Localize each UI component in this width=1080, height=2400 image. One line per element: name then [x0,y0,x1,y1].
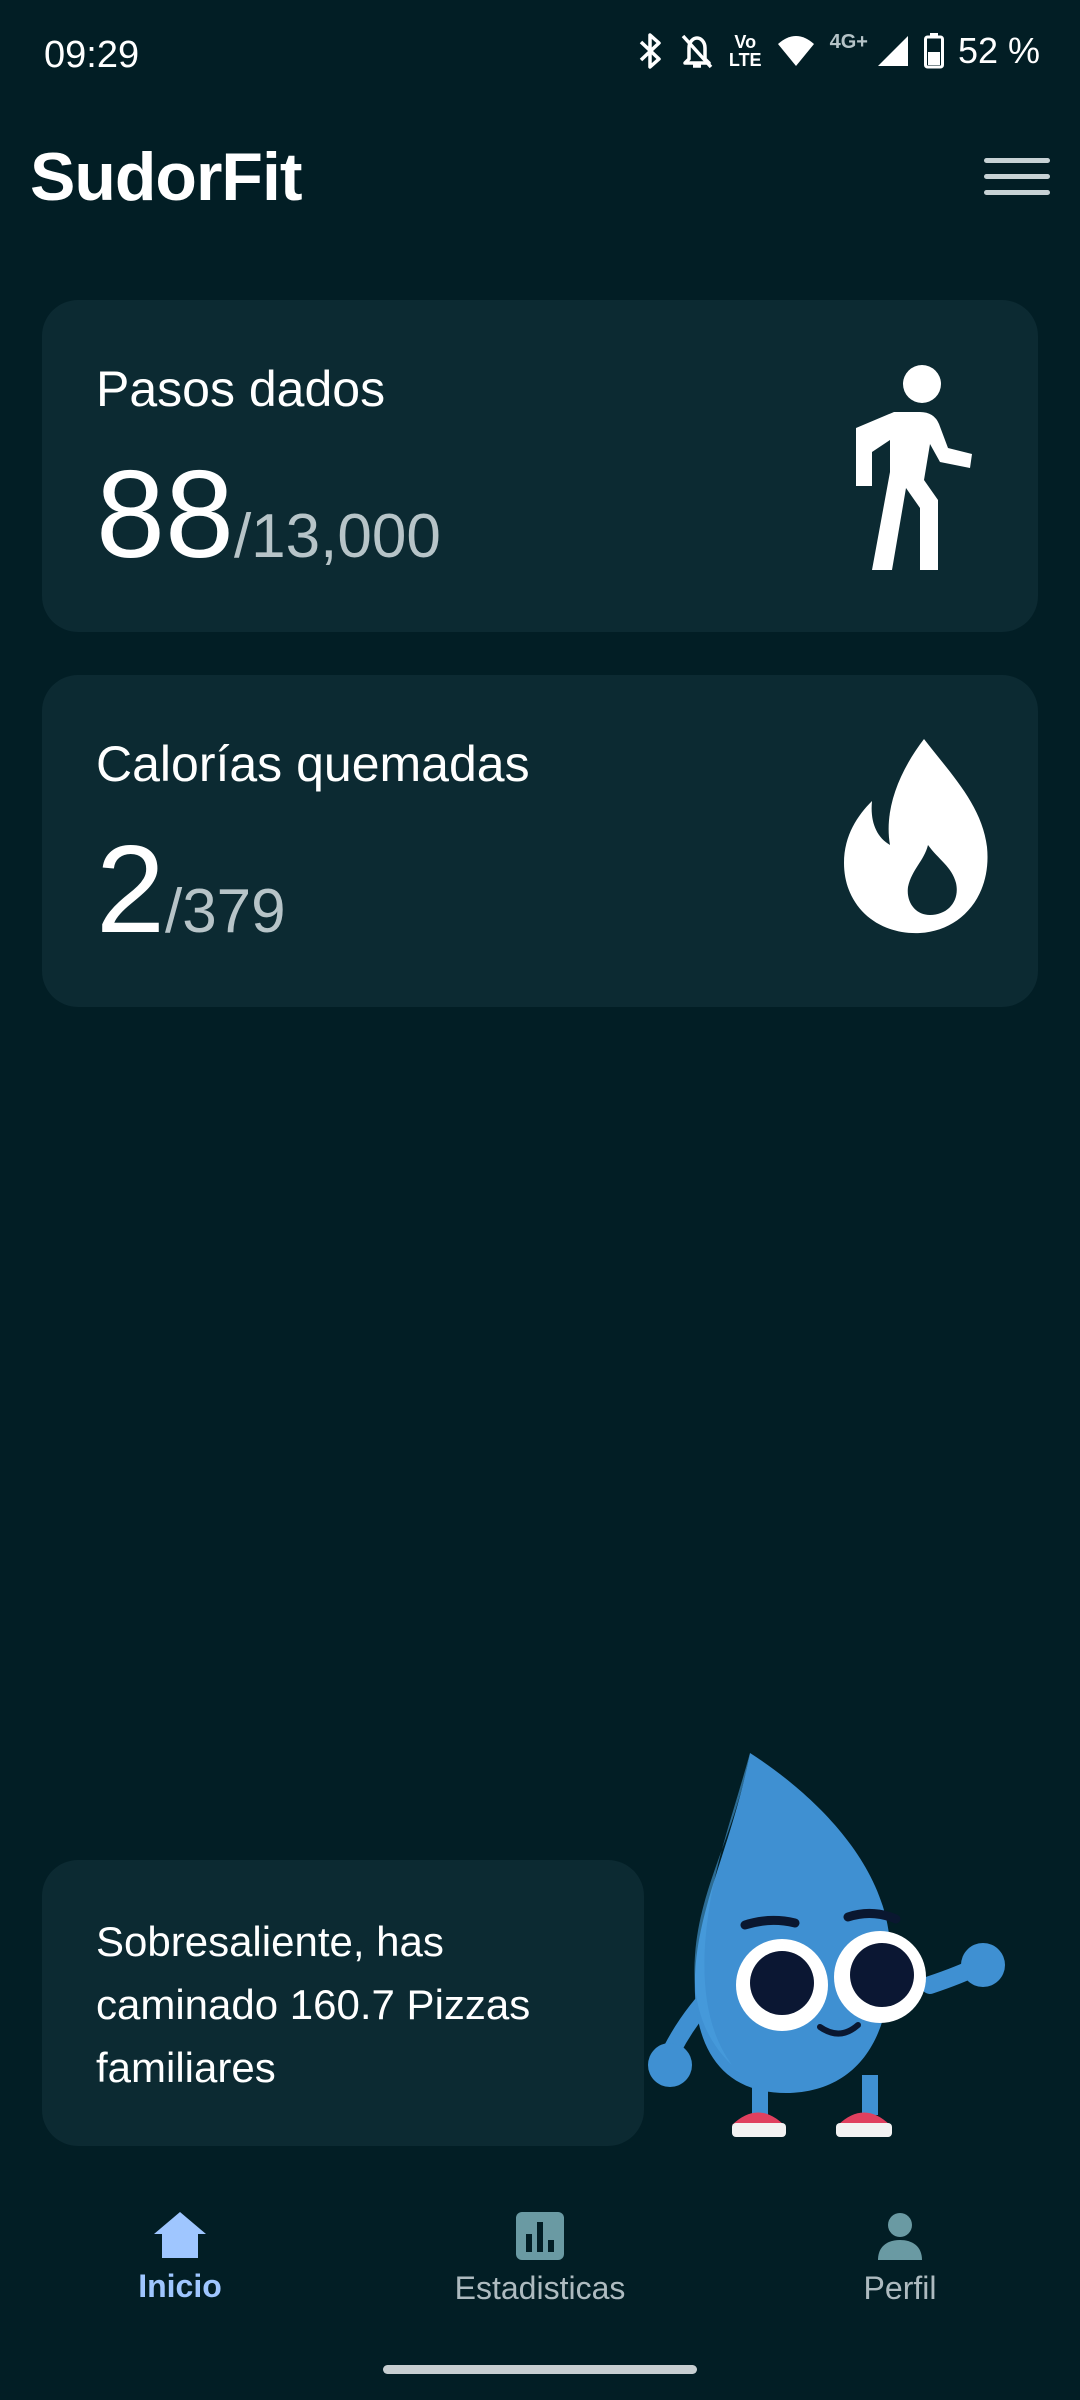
menu-icon [984,157,1050,163]
app-bar: SudorFit [0,115,1080,235]
flame-icon [844,739,988,934]
nav-label-estadisticas: Estadisticas [454,2270,626,2306]
volte-bottom: LTE [728,50,762,70]
volte-top: Vo [734,32,757,52]
volte-icon: Vo LTE [729,33,762,69]
steps-card[interactable]: Pasos dados 88/13,000 [42,300,1038,632]
app-title: SudorFit [30,139,303,215]
status-bar: 09:29 Vo LTE 4G+ 52 % [0,0,1080,115]
battery-icon [923,33,944,69]
calories-label: Calorías quemadas [96,736,530,792]
person-icon [878,2213,922,2260]
home-indicator[interactable] [383,2365,697,2374]
message-text: Sobresaliente, has caminado 160.7 Pizzas… [96,1918,531,2091]
battery-percent: 52 % [957,30,1040,71]
water-drop-mascot [648,1753,1005,2137]
calories-value-row: 2/379 [96,819,286,961]
status-icons: Vo LTE 4G+ 52 % [635,30,1040,72]
bell-off-icon [681,34,713,69]
home-icon [154,2212,206,2258]
message-card: Sobresaliente, has caminado 160.7 Pizzas… [42,1860,644,2146]
nav-item-estadisticas[interactable]: Estadisticas [420,2210,660,2307]
nav-item-inicio[interactable]: Inicio [60,2210,300,2305]
steps-label: Pasos dados [96,361,386,417]
calories-value: 2 [96,821,165,959]
wifi-icon [777,36,814,66]
nav-item-perfil[interactable]: Perfil [780,2210,1020,2307]
network-type: 4G+ [829,30,868,53]
steps-goal: /13,000 [233,502,441,571]
calories-goal: /379 [164,877,286,946]
status-time: 09:29 [44,34,140,76]
menu-button[interactable] [984,143,1050,209]
bluetooth-icon [639,33,661,69]
steps-value-row: 88/13,000 [96,444,441,586]
walking-person-icon [856,365,972,570]
nav-label-perfil: Perfil [863,2270,937,2306]
signal-icon [877,36,908,66]
calories-card[interactable]: Calorías quemadas 2/379 [42,675,1038,1007]
bar-chart-icon [516,2212,564,2260]
steps-value: 88 [96,446,234,584]
nav-label-inicio: Inicio [138,2268,222,2304]
